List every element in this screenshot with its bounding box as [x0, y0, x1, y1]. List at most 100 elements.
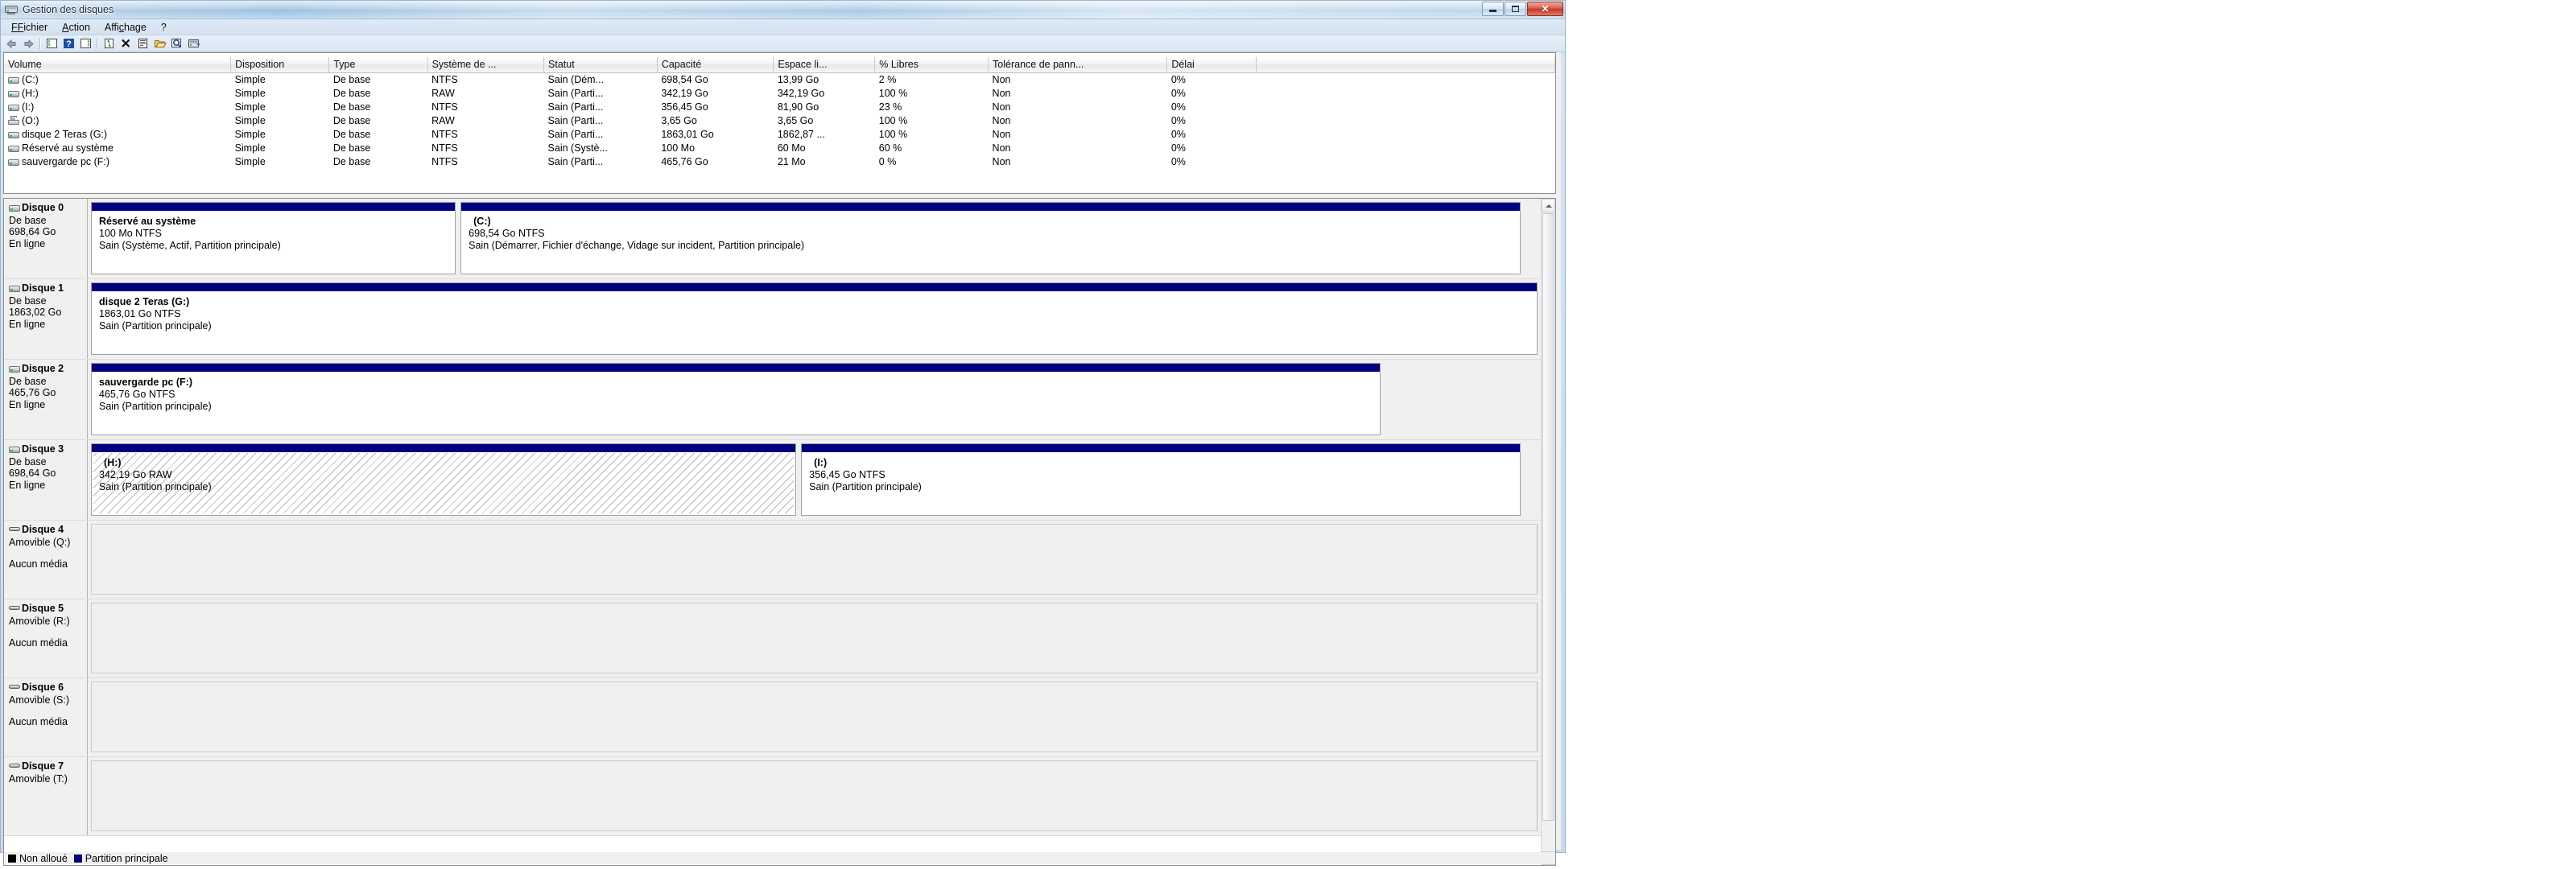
title-bar[interactable]: Gestion des disques ✕ — [1, 1, 1565, 19]
partition-c[interactable]: (C:) 698,54 Go NTFS Sain (Démarrer, Fichie… — [460, 202, 1521, 274]
properties-button[interactable] — [135, 36, 151, 51]
volume-name: sauvergarde pc (F:) — [8, 156, 228, 167]
scrollbar-thumb[interactable] — [1542, 213, 1554, 821]
partition-f[interactable]: sauvergarde pc (F:) 465,76 Go NTFS Sain (P… — [91, 363, 1381, 435]
forward-button[interactable] — [21, 36, 36, 51]
cell-fault: Non — [992, 129, 1011, 140]
disk-3[interactable]: Disque 3 De base 698,64 Go En ligne (H:) 342,… — [4, 440, 1542, 521]
no-media-area[interactable] — [91, 760, 1538, 831]
column-header-free[interactable]: Espace li... — [773, 57, 876, 73]
disk-state: En ligne — [9, 237, 46, 249]
column-header-fault[interactable]: Tolérance de pann... — [988, 57, 1168, 73]
volume-list-pane[interactable]: Volume Disposition Type Système de ... Statu… — [3, 52, 1556, 194]
disk-4-header[interactable]: Disque 4 Amovible (Q:) Aucun média — [4, 521, 88, 599]
disk-title: Disque 1 — [9, 282, 84, 294]
column-header-blank[interactable] — [1256, 57, 1555, 73]
table-row[interactable]: Réservé au système Simple De base NTFS Sain … — [4, 142, 1555, 155]
disk-pane-scrollbar[interactable] — [1541, 199, 1555, 865]
column-header-type[interactable]: Type — [328, 57, 428, 73]
disk-type: Amovible (T:) — [9, 772, 68, 785]
cell-fs: NTFS — [431, 101, 458, 113]
disk-6-header[interactable]: Disque 6 Amovible (S:) Aucun média — [4, 678, 88, 756]
disk-size: 465,76 Go — [9, 387, 56, 398]
partition-status: Sain (Démarrer, Fichier d'échange, Vidag… — [469, 240, 805, 251]
no-media-area[interactable] — [91, 682, 1538, 752]
column-header-status[interactable]: Statut — [543, 57, 658, 73]
disk-1-header[interactable]: Disque 1 De base 1863,02 Go En ligne — [4, 279, 88, 359]
table-row[interactable]: (C:) Simple De base NTFS Sain (Dém... 698,54 … — [4, 73, 1555, 87]
column-header-overhead[interactable]: Délai — [1166, 57, 1257, 73]
hard-disk-icon — [9, 284, 20, 293]
menu-action[interactable]: Action — [55, 20, 97, 35]
disk-7[interactable]: Disque 7 Amovible (T:) — [4, 757, 1542, 836]
cell-blank — [1257, 155, 1555, 169]
cell-fault: Non — [992, 156, 1011, 167]
partition-g[interactable]: disque 2 Teras (G:) 1863,01 Go NTFS Sain (… — [91, 282, 1538, 355]
table-row[interactable]: (O:) Simple De base RAW Sain (Parti... 3,65 G… — [4, 114, 1555, 128]
unallocated-filler — [1525, 202, 1538, 274]
help-button[interactable]: ? — [61, 36, 76, 51]
disk-4[interactable]: Disque 4 Amovible (Q:) Aucun média — [4, 521, 1542, 599]
menu-affichage[interactable]: Affichage — [97, 20, 154, 35]
cell-fault: Non — [992, 74, 1011, 86]
delete-button[interactable] — [118, 36, 134, 51]
disk-graphical-pane[interactable]: Disque 0 De base 698,64 Go En ligne Réservé … — [3, 198, 1556, 866]
cell-status: Sain (Parti... — [547, 101, 604, 113]
disk-6[interactable]: Disque 6 Amovible (S:) Aucun média — [4, 678, 1542, 757]
rescan-disks-button[interactable] — [186, 36, 201, 51]
disk-5[interactable]: Disque 5 Amovible (R:) Aucun média — [4, 599, 1542, 678]
show-console-tree-button[interactable] — [44, 36, 60, 51]
column-header-fs[interactable]: Système de ... — [427, 57, 545, 73]
menu-aide[interactable]: ? — [154, 20, 174, 35]
removable-drive-icon — [9, 525, 20, 533]
volume-name: Réservé au système — [8, 142, 228, 154]
partition-h[interactable]: (H:) 342,19 Go RAW Sain (Partition princip… — [91, 443, 797, 516]
disk-7-header[interactable]: Disque 7 Amovible (T:) — [4, 757, 88, 835]
disk-title-label: Disque 3 — [22, 443, 64, 455]
window-controls: ✕ — [1481, 2, 1563, 16]
disk-5-header[interactable]: Disque 5 Amovible (R:) Aucun média — [4, 599, 88, 677]
table-row[interactable]: (I:) Simple De base NTFS Sain (Parti... 356,4… — [4, 101, 1555, 114]
back-button[interactable] — [4, 36, 19, 51]
hard-disk-icon — [9, 204, 20, 212]
explore-button[interactable] — [169, 36, 184, 51]
show-action-pane-button[interactable] — [78, 36, 93, 51]
disk-0-header[interactable]: Disque 0 De base 698,64 Go En ligne — [4, 199, 88, 278]
column-header-capacity[interactable]: Capacité — [657, 57, 774, 73]
disk-1[interactable]: Disque 1 De base 1863,02 Go En ligne disque … — [4, 279, 1542, 360]
hard-disk-icon — [8, 144, 19, 153]
table-row[interactable]: (H:) Simple De base RAW Sain (Parti... 342,19… — [4, 87, 1555, 101]
cell-blank — [1257, 101, 1555, 114]
disk-title-label: Disque 2 — [22, 363, 64, 374]
cell-overhead: 0% — [1170, 142, 1186, 154]
disk-3-header[interactable]: Disque 3 De base 698,64 Go En ligne — [4, 440, 88, 520]
hard-disk-icon — [8, 89, 19, 98]
disk-2[interactable]: Disque 2 De base 465,76 Go En ligne sauverga… — [4, 360, 1542, 440]
cell-capacity: 356,45 Go — [661, 101, 708, 113]
column-header-volume[interactable]: Volume — [4, 57, 232, 73]
table-row[interactable]: disque 2 Teras (G:) Simple De base NTFS Sain… — [4, 128, 1555, 142]
toolbar-separator — [39, 38, 41, 49]
partition-i[interactable]: (I:) 356,45 Go NTFS Sain (Partition princi… — [801, 443, 1521, 516]
close-button[interactable]: ✕ — [1527, 2, 1563, 16]
table-row[interactable]: sauvergarde pc (F:) Simple De base NTFS Sain… — [4, 155, 1555, 169]
refresh-button[interactable] — [101, 36, 117, 51]
disk-state: En ligne — [9, 398, 46, 410]
column-header-layout[interactable]: Disposition — [230, 57, 330, 73]
open-button[interactable] — [152, 36, 167, 51]
disk-0[interactable]: Disque 0 De base 698,64 Go En ligne Réservé … — [4, 199, 1542, 279]
cell-pctfree: 0 % — [878, 156, 897, 167]
minimize-button[interactable] — [1482, 2, 1504, 16]
cell-layout: Simple — [234, 74, 266, 86]
cell-overhead: 0% — [1170, 115, 1186, 126]
maximize-button[interactable] — [1505, 2, 1526, 16]
no-media-area[interactable] — [91, 524, 1538, 595]
scroll-up-button[interactable] — [1542, 199, 1555, 212]
menu-fichier[interactable]: FFichier — [4, 20, 55, 35]
partition-systeme-reserve[interactable]: Réservé au système 100 Mo NTFS Sain (Systè… — [91, 202, 456, 274]
partition-status: Sain (Partition principale) — [809, 481, 922, 492]
volume-label: (I:) — [22, 101, 35, 113]
no-media-area[interactable] — [91, 603, 1538, 673]
disk-2-header[interactable]: Disque 2 De base 465,76 Go En ligne — [4, 360, 88, 439]
column-header-pctfree[interactable]: % Libres — [874, 57, 989, 73]
